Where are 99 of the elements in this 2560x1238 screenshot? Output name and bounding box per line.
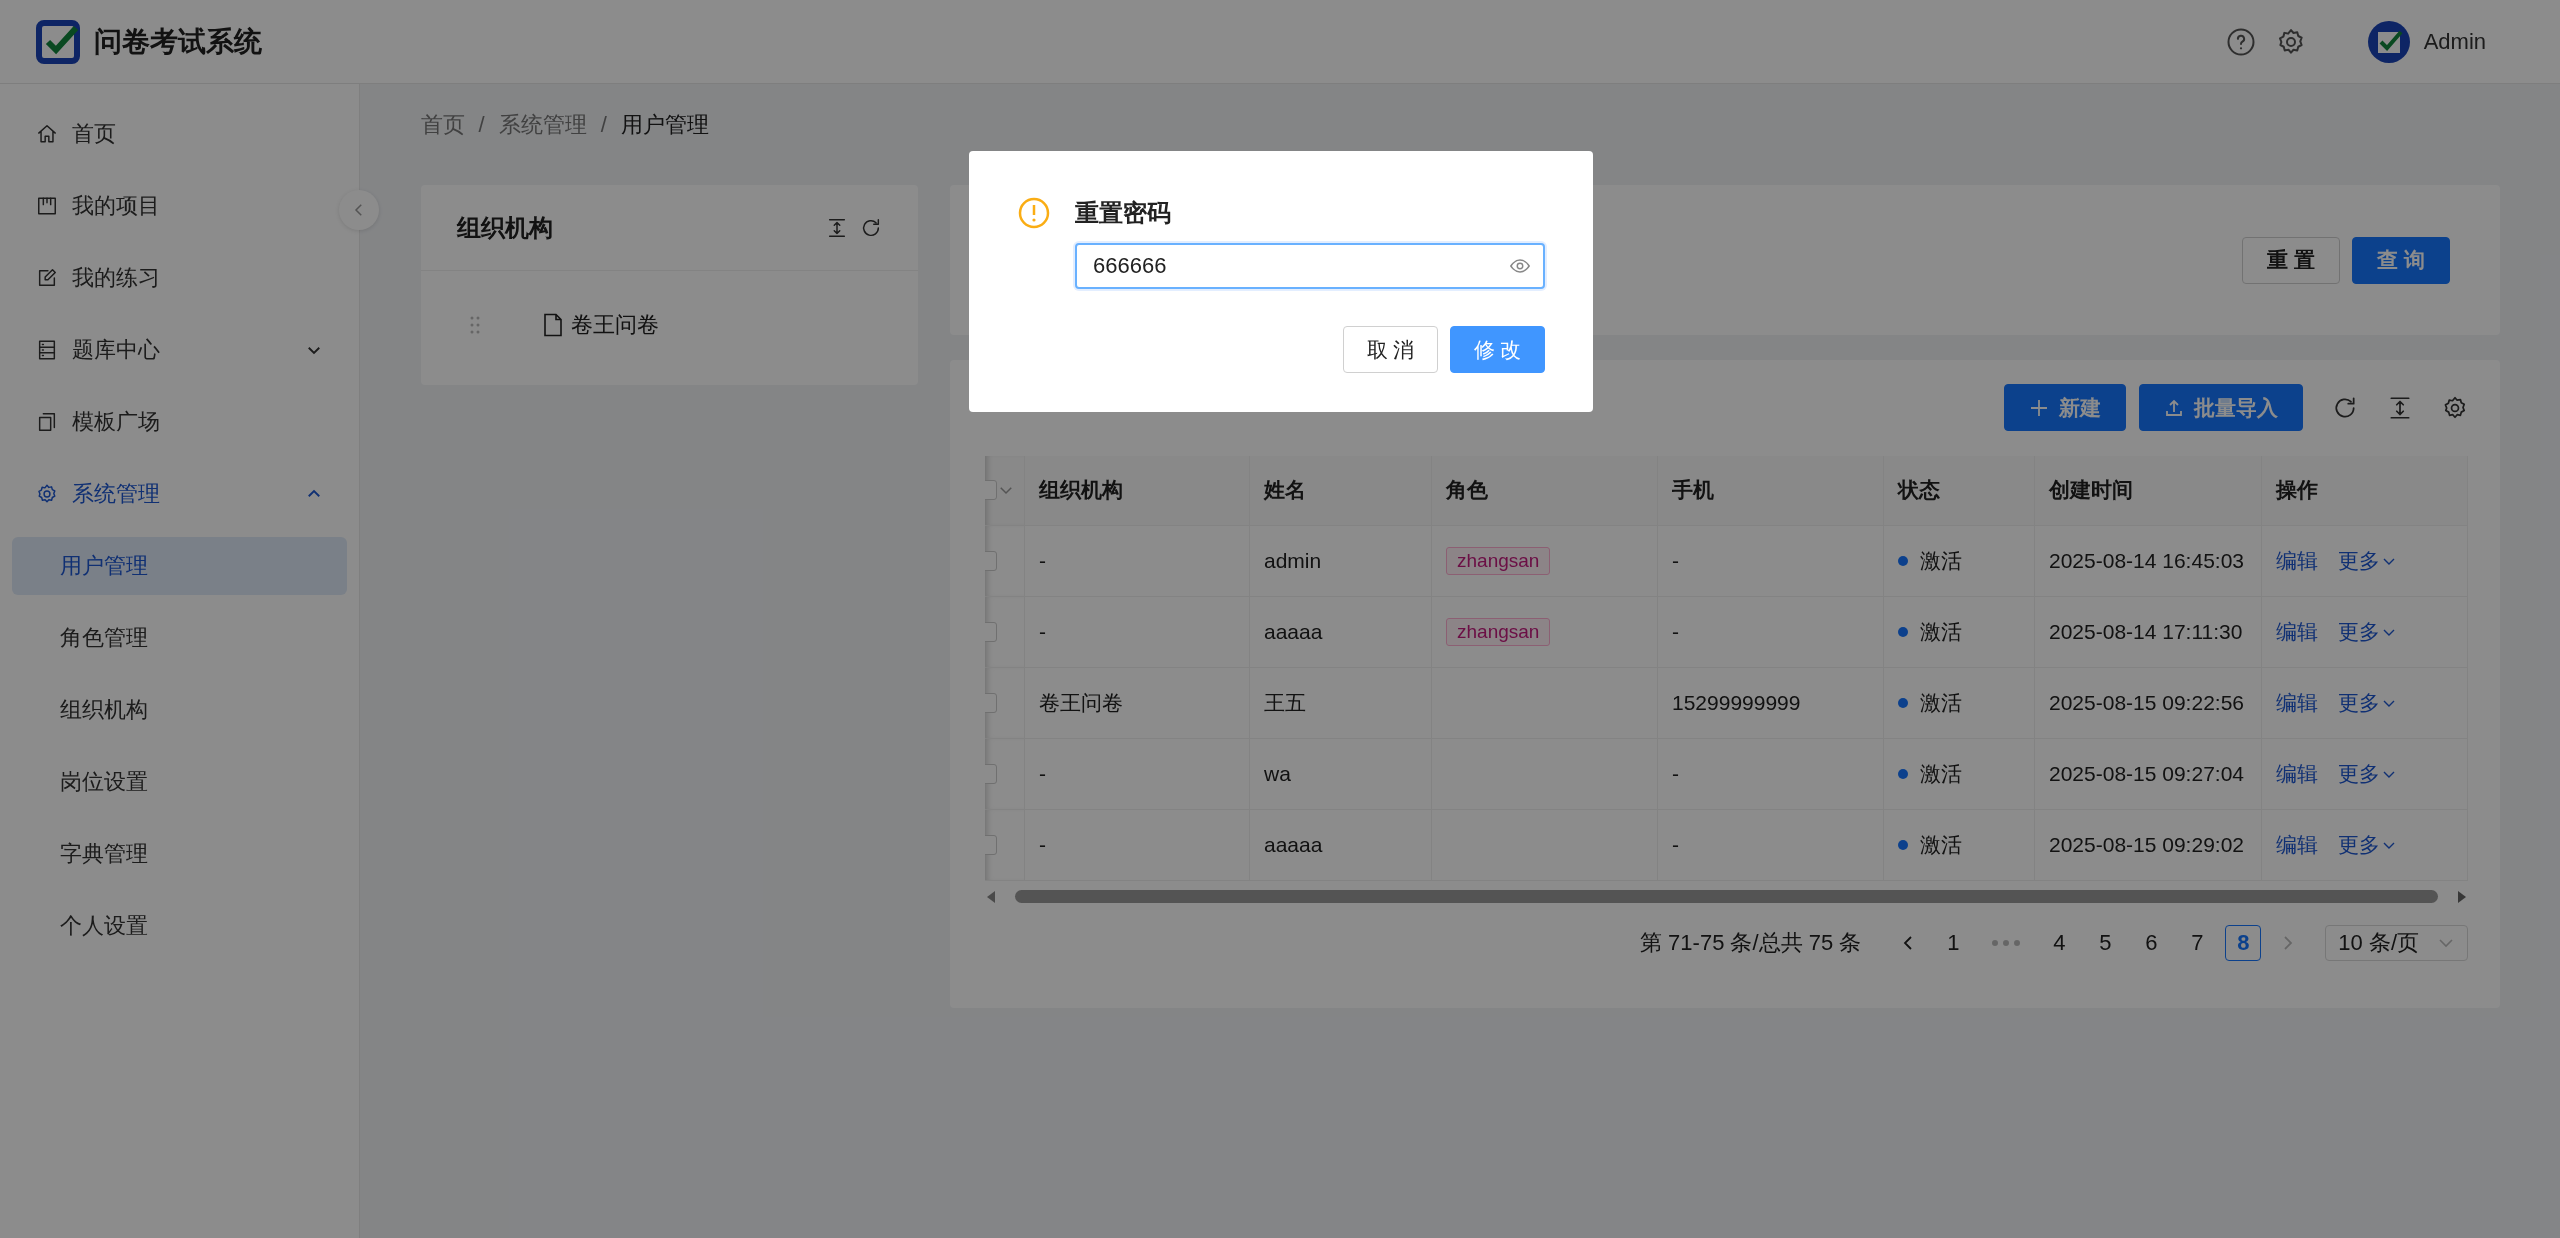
table-cell: - (1657, 525, 1884, 596)
home-icon (36, 123, 58, 145)
more-link[interactable]: 更多 (2338, 688, 2396, 717)
table-cell: - (1024, 738, 1250, 809)
settings-icon[interactable] (2442, 394, 2468, 421)
sidebar-subitem[interactable]: 组织机构 (12, 681, 347, 739)
breadcrumb-item[interactable]: 首页 (420, 110, 465, 140)
breadcrumb-separator: / (478, 112, 485, 138)
table-cell: - (1657, 738, 1884, 809)
status-text: 激活 (1920, 547, 1962, 574)
drag-handle-icon[interactable] (468, 315, 481, 335)
status-text: 激活 (1920, 760, 1962, 787)
column-header: 手机 (1657, 456, 1884, 525)
sidebar-item[interactable]: 题库中心 (0, 314, 359, 386)
tree-node[interactable]: 卷王问卷 (570, 310, 659, 340)
table-cell: 2025-08-15 09:29:02 (2034, 809, 2262, 880)
column-header: 创建时间 (2034, 456, 2262, 525)
sidebar-subitem[interactable]: 角色管理 (12, 609, 347, 667)
table-cell: 卷王问卷 (1024, 667, 1250, 738)
column-header: 角色 (1431, 456, 1658, 525)
import-button[interactable]: 批量导入 (2139, 384, 2303, 431)
status-text: 激活 (1920, 831, 1962, 858)
refresh-icon[interactable] (2332, 394, 2358, 421)
sidebar-item[interactable]: 我的练习 (0, 242, 359, 314)
sidebar-subitem[interactable]: 用户管理 (12, 537, 347, 595)
sidebar-subitem[interactable]: 字典管理 (12, 825, 347, 883)
copy-icon (36, 411, 58, 433)
breadcrumb-item[interactable]: 系统管理 (498, 110, 587, 140)
page-button[interactable]: 6 (2133, 924, 2170, 961)
search-button[interactable]: 查 询 (2352, 236, 2450, 284)
help-icon[interactable] (2225, 26, 2256, 57)
table-cell: - (1024, 525, 1250, 596)
table-cell: 2025-08-14 17:11:30 (2034, 596, 2262, 667)
page-size-select[interactable]: 10 条/页 (2325, 924, 2468, 961)
more-link[interactable]: 更多 (2338, 617, 2396, 646)
role-tag: zhangsan (1446, 546, 1551, 575)
table-cell: admin (1249, 525, 1432, 596)
column-header: 状态 (1883, 456, 2035, 525)
scrollbar-thumb[interactable] (1014, 890, 2438, 903)
more-link[interactable]: 更多 (2338, 546, 2396, 575)
sidebar-item[interactable]: 模板广场 (0, 386, 359, 458)
panel-title: 组织机构 (456, 212, 554, 243)
file-icon (542, 313, 563, 337)
breadcrumb-item: 用户管理 (620, 111, 709, 139)
table-cell: aaaaa (1249, 596, 1432, 667)
ellipsis-icon[interactable] (1991, 938, 2022, 947)
user-name[interactable]: Admin (2423, 28, 2486, 55)
column-header: 操作 (2261, 456, 2468, 525)
status-text: 激活 (1920, 618, 1962, 645)
edit-icon (36, 267, 58, 289)
column-header: 组织机构 (1024, 456, 1250, 525)
sidebar-item[interactable]: 首页 (0, 98, 359, 170)
avatar-icon[interactable] (2367, 20, 2410, 63)
edit-link[interactable]: 编辑 (2276, 759, 2318, 788)
table-cell: aaaaa (1249, 809, 1432, 880)
edit-link[interactable]: 编辑 (2276, 546, 2318, 575)
edit-link[interactable]: 编辑 (2276, 830, 2318, 859)
scroll-right-icon[interactable] (2456, 889, 2468, 904)
more-link[interactable]: 更多 (2338, 830, 2396, 859)
table-cell: 2025-08-14 16:45:03 (2034, 525, 2262, 596)
table-cell: 王五 (1249, 667, 1432, 738)
page-button[interactable]: 4 (2041, 924, 2078, 961)
app-title: 问卷考试系统 (94, 24, 262, 59)
sidebar-item[interactable]: 系统管理 (0, 458, 359, 530)
table-cell: - (1657, 596, 1884, 667)
page-button[interactable]: 8 (2225, 924, 2262, 961)
table-cell: 2025-08-15 09:27:04 (2034, 738, 2262, 809)
edit-link[interactable]: 编辑 (2276, 617, 2318, 646)
page-button[interactable]: 7 (2179, 924, 2216, 961)
table-cell: 2025-08-15 09:22:56 (2034, 667, 2262, 738)
new-button[interactable]: 新建 (2004, 384, 2126, 431)
role-tag: zhangsan (1446, 617, 1551, 646)
table-cell: - (1024, 809, 1250, 880)
pagination-summary: 第 71-75 条/总共 75 条 (1640, 928, 1862, 957)
edit-link[interactable]: 编辑 (2276, 688, 2318, 717)
table-cell: wa (1249, 738, 1432, 809)
sidebar-subitem[interactable]: 个人设置 (12, 897, 347, 955)
board-icon (36, 195, 58, 217)
plus-icon (2029, 397, 2049, 418)
breadcrumb-separator: / (600, 112, 607, 138)
reset-button[interactable]: 重 置 (2242, 236, 2341, 284)
upload-icon (2164, 397, 2184, 418)
column-header: 姓名 (1249, 456, 1432, 525)
warning-icon (1018, 197, 1050, 229)
gear-icon (36, 483, 58, 505)
table-cell: - (1657, 809, 1884, 880)
checkbox-logo-icon (36, 19, 80, 64)
page-button[interactable]: 1 (1935, 924, 1972, 961)
page-button[interactable]: 5 (2087, 924, 2124, 961)
password-field[interactable]: 666666 (1075, 243, 1545, 289)
dialog-title: 重置密码 (1075, 198, 1171, 228)
more-link[interactable]: 更多 (2338, 759, 2396, 788)
table-cell: - (1024, 596, 1250, 667)
status-text: 激活 (1920, 689, 1962, 716)
confirm-button[interactable]: 修 改 (1450, 326, 1545, 373)
sidebar-subitem[interactable]: 岗位设置 (12, 753, 347, 811)
table-cell: 15299999999 (1657, 667, 1884, 738)
server-icon (36, 339, 58, 361)
cancel-button[interactable]: 取 消 (1343, 326, 1438, 373)
